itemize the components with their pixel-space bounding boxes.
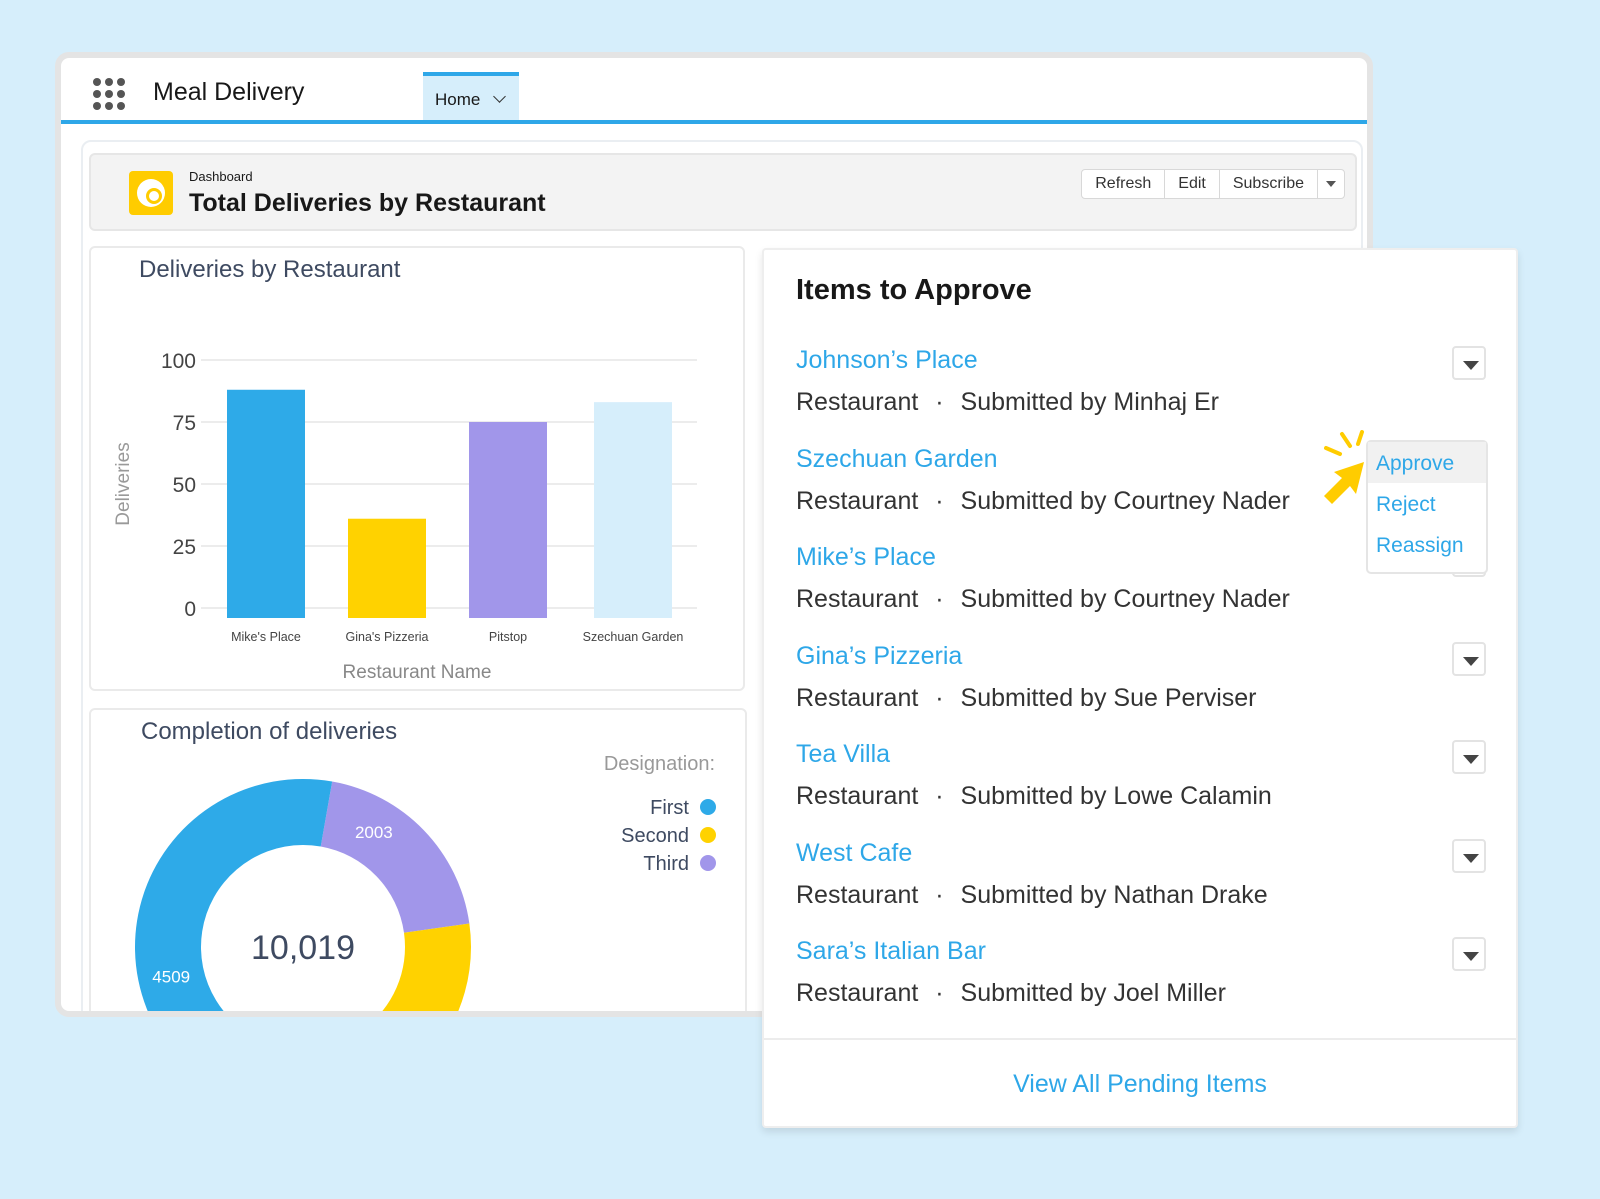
more-actions-button[interactable] bbox=[1318, 170, 1344, 198]
bar bbox=[227, 389, 305, 618]
item-type: Restaurant bbox=[796, 585, 919, 613]
separator-dot: · bbox=[935, 979, 944, 1007]
item-type: Restaurant bbox=[796, 782, 919, 810]
button-group: Refresh Edit Subscribe bbox=[1081, 169, 1345, 199]
bar bbox=[594, 402, 672, 618]
bar-chart-card: Deliveries by Restaurant 0 25 50 75 100 Mike'… bbox=[89, 246, 745, 691]
legend-swatch bbox=[700, 855, 716, 871]
separator-dot: · bbox=[935, 782, 944, 810]
item-submitter: Submitted by Sue Perviser bbox=[960, 683, 1257, 712]
item-link[interactable]: Mike’s Place bbox=[796, 543, 936, 572]
y-axis-label: Deliveries bbox=[113, 442, 134, 525]
items-to-approve-panel: Items to Approve Johnson’s Place Restaur… bbox=[762, 248, 1518, 1128]
item-submitter: Submitted by Minhaj Er bbox=[960, 388, 1219, 416]
bar bbox=[469, 422, 547, 618]
legend-swatch bbox=[700, 827, 716, 843]
item-details: Restaurant · Submitted by Sue Perviser bbox=[796, 684, 1257, 713]
separator-dot: · bbox=[935, 486, 944, 515]
y-tick-label: 50 bbox=[173, 474, 196, 497]
item-type: Restaurant bbox=[796, 683, 919, 712]
legend-label: Third bbox=[643, 853, 689, 875]
reassign-menu-item[interactable]: Reassign bbox=[1368, 524, 1486, 565]
bar bbox=[348, 518, 426, 618]
item-link[interactable]: Szechuan Garden bbox=[796, 445, 998, 474]
approval-item: West Cafe Restaurant · Submitted by Nath… bbox=[796, 838, 1496, 937]
x-axis-label: Restaurant Name bbox=[343, 662, 492, 683]
item-submitter: Submitted by Nathan Drake bbox=[960, 880, 1268, 909]
chevron-down-icon bbox=[493, 90, 506, 103]
approve-menu-item[interactable]: Approve bbox=[1368, 442, 1486, 483]
item-type: Restaurant bbox=[796, 979, 919, 1007]
slice-label: 2003 bbox=[355, 823, 393, 842]
y-tick-label: 75 bbox=[173, 412, 196, 435]
item-details: Restaurant · Submitted by Lowe Calamin bbox=[796, 782, 1272, 811]
cursor-pointer-icon bbox=[1324, 430, 1364, 504]
item-details: Restaurant · Submitted by Courtney Nader bbox=[796, 487, 1290, 516]
donut-chart: 2003 4509 10,019 Designation: First Second Thi… bbox=[135, 753, 716, 1011]
top-nav: Meal Delivery Home bbox=[61, 58, 1367, 124]
separator-dot: · bbox=[935, 388, 944, 416]
item-link[interactable]: Gina’s Pizzeria bbox=[796, 642, 962, 671]
donut-slice bbox=[320, 781, 470, 933]
item-submitter: Submitted by Joel Miller bbox=[960, 979, 1226, 1007]
y-tick-label: 100 bbox=[161, 350, 196, 373]
separator-dot: · bbox=[935, 585, 944, 613]
tab-home[interactable]: Home bbox=[423, 72, 519, 120]
item-actions-dropdown[interactable] bbox=[1452, 838, 1486, 873]
item-type: Restaurant bbox=[796, 880, 919, 909]
item-actions-dropdown[interactable] bbox=[1452, 937, 1486, 971]
item-link[interactable]: West Cafe bbox=[796, 839, 912, 868]
approval-item: Johnson’s Place Restaurant · Submitted b… bbox=[796, 346, 1496, 444]
approval-item: Sara’s Italian Bar Restaurant · Submitte… bbox=[796, 937, 1496, 1035]
legend-label: First bbox=[650, 797, 689, 819]
slice-label: 4509 bbox=[152, 967, 190, 986]
x-tick-label: Mike's Place bbox=[231, 630, 301, 644]
item-details: Restaurant · Submitted by Courtney Nader bbox=[796, 585, 1290, 614]
item-actions-dropdown[interactable] bbox=[1452, 740, 1486, 774]
panel-title: Items to Approve bbox=[796, 274, 1032, 306]
item-type: Restaurant bbox=[796, 486, 919, 515]
legend-label: Second bbox=[621, 825, 689, 847]
item-submitter: Submitted by Courtney Nader bbox=[960, 585, 1290, 613]
separator-dot: · bbox=[935, 880, 944, 909]
dashboard-header: Dashboard Total Deliveries by Restaurant… bbox=[89, 153, 1357, 231]
item-actions-dropdown[interactable] bbox=[1452, 346, 1486, 380]
donut-chart-card: Completion of deliveries 2003 4509 10,019 D… bbox=[89, 708, 747, 1011]
approval-item: Tea Villa Restaurant · Submitted by Lowe… bbox=[796, 740, 1496, 838]
app-title: Meal Delivery bbox=[153, 78, 305, 106]
donut-center-total: 10,019 bbox=[251, 929, 355, 967]
item-type: Restaurant bbox=[796, 388, 919, 416]
subscribe-button[interactable]: Subscribe bbox=[1220, 170, 1318, 198]
edit-button[interactable]: Edit bbox=[1165, 170, 1220, 198]
page-title: Total Deliveries by Restaurant bbox=[189, 189, 546, 217]
item-details: Restaurant · Submitted by Nathan Drake bbox=[796, 881, 1268, 910]
caret-down-icon bbox=[1326, 180, 1336, 187]
reject-menu-item[interactable]: Reject bbox=[1368, 483, 1486, 524]
item-link[interactable]: Sara’s Italian Bar bbox=[796, 937, 986, 966]
item-submitter: Submitted by Courtney Nader bbox=[960, 486, 1290, 515]
dashboard-kicker: Dashboard bbox=[189, 169, 253, 184]
legend-title: Designation: bbox=[604, 753, 715, 775]
action-menu: Approve Reject Reassign bbox=[1366, 440, 1488, 574]
refresh-button[interactable]: Refresh bbox=[1082, 170, 1166, 198]
item-link[interactable]: Tea Villa bbox=[796, 740, 890, 769]
item-details: Restaurant · Submitted by Joel Miller bbox=[796, 979, 1226, 1008]
item-link[interactable]: Johnson’s Place bbox=[796, 346, 978, 375]
item-actions-dropdown[interactable] bbox=[1452, 641, 1486, 676]
item-details: Restaurant · Submitted by Minhaj Er bbox=[796, 388, 1219, 417]
tab-label: Home bbox=[435, 90, 481, 109]
legend-swatch bbox=[700, 799, 716, 815]
x-tick-label: Pitstop bbox=[489, 630, 527, 644]
y-tick-label: 0 bbox=[184, 598, 196, 621]
bar-chart: 0 25 50 75 100 Mike's Place Gina's Pizzeria Pit… bbox=[113, 350, 697, 683]
app-launcher-icon[interactable] bbox=[93, 78, 125, 110]
dashboard-gauge-icon bbox=[129, 171, 173, 215]
separator-dot: · bbox=[935, 683, 944, 712]
y-tick-label: 25 bbox=[173, 536, 196, 559]
view-all-pending-link[interactable]: View All Pending Items bbox=[764, 1038, 1516, 1128]
item-submitter: Submitted by Lowe Calamin bbox=[960, 782, 1272, 810]
approval-item: Gina’s Pizzeria Restaurant · Submitted b… bbox=[796, 641, 1496, 740]
x-tick-label: Szechuan Garden bbox=[583, 630, 684, 644]
x-tick-label: Gina's Pizzeria bbox=[346, 630, 429, 644]
